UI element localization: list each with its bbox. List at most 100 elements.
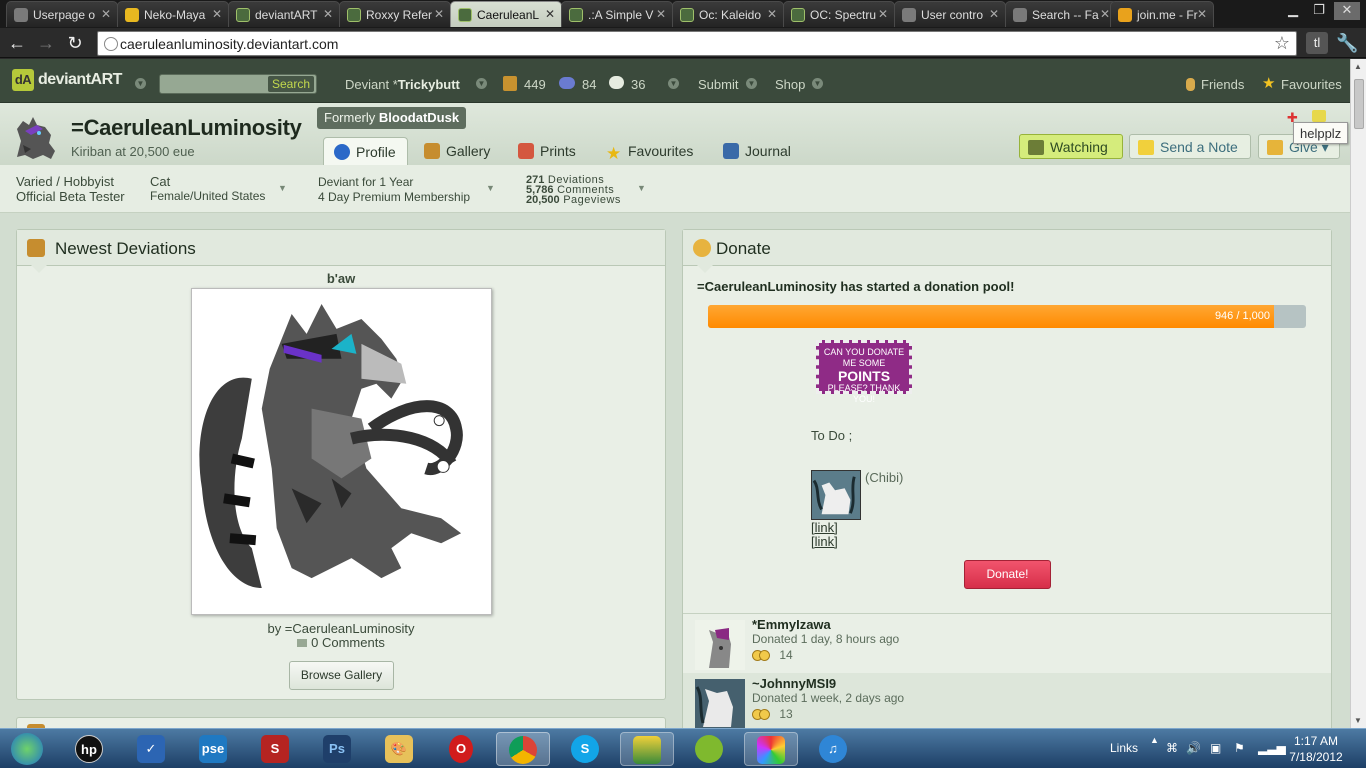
minimize-icon[interactable]: ▁ bbox=[1280, 2, 1306, 20]
address-bar[interactable]: caeruleanluminosity.deviantart.com ☆ bbox=[97, 31, 1297, 56]
taskbar-app[interactable] bbox=[620, 732, 674, 766]
taskbar-app-active[interactable] bbox=[496, 732, 550, 766]
close-tab-icon[interactable]: ✕ bbox=[1197, 7, 1207, 21]
deviation-title[interactable]: b'aw bbox=[17, 271, 665, 286]
taskbar-app[interactable]: Ps bbox=[310, 732, 364, 766]
donor-name[interactable]: *EmmyIzawa bbox=[752, 617, 831, 632]
taskbar-app[interactable]: S bbox=[248, 732, 302, 766]
close-tab-icon[interactable]: ✕ bbox=[545, 7, 555, 21]
submit-link[interactable]: Submit bbox=[698, 77, 738, 92]
watch-count[interactable]: 84 bbox=[582, 77, 596, 92]
donor-avatar[interactable] bbox=[695, 679, 745, 728]
notes-icon[interactable] bbox=[609, 76, 624, 89]
taskbar-app[interactable] bbox=[744, 732, 798, 766]
action-center-icon[interactable]: ⚑ bbox=[1234, 741, 1245, 755]
search-input[interactable]: Search bbox=[159, 74, 317, 94]
network-tray-icon[interactable]: ⌘ bbox=[1166, 741, 1178, 755]
tab-profile[interactable]: Profile bbox=[323, 137, 408, 165]
close-tab-icon[interactable]: ✕ bbox=[212, 7, 222, 21]
chevron-down-icon[interactable]: ▼ bbox=[486, 183, 495, 193]
browser-tab[interactable]: deviantART ✕ bbox=[228, 1, 340, 27]
signal-icon[interactable]: ▂▃▅ bbox=[1258, 741, 1286, 755]
chevron-down-icon[interactable]: ▼ bbox=[476, 78, 487, 89]
favourites-link[interactable]: Favourites bbox=[1281, 77, 1342, 92]
start-button[interactable] bbox=[4, 732, 50, 766]
extension-icon[interactable]: tl bbox=[1306, 32, 1328, 54]
links-toolbar[interactable]: Links bbox=[1110, 741, 1138, 755]
send-note-button[interactable]: Send a Note bbox=[1129, 134, 1251, 159]
chevron-down-icon[interactable]: ▼ bbox=[668, 78, 679, 89]
taskbar-app[interactable]: 🎨 bbox=[372, 732, 426, 766]
close-tab-icon[interactable]: ✕ bbox=[101, 7, 111, 21]
browser-tab[interactable]: Userpage o ✕ bbox=[6, 1, 118, 27]
taskbar-app[interactable]: S bbox=[558, 732, 612, 766]
tab-gallery[interactable]: Gallery bbox=[424, 137, 490, 165]
notes-count[interactable]: 36 bbox=[631, 77, 645, 92]
taskbar-app[interactable] bbox=[682, 732, 736, 766]
donor-avatar[interactable] bbox=[695, 620, 745, 670]
browser-tab[interactable]: join.me - Fr ✕ bbox=[1110, 1, 1214, 27]
taskbar-app[interactable]: ✓ bbox=[124, 732, 178, 766]
taskbar-app[interactable]: pse bbox=[186, 732, 240, 766]
close-tab-icon[interactable]: ✕ bbox=[656, 7, 666, 21]
user-menu[interactable]: Deviant *Trickybutt bbox=[345, 77, 460, 92]
scroll-down-icon[interactable]: ▼ bbox=[1354, 716, 1362, 725]
wrench-icon[interactable]: 🔧 bbox=[1336, 32, 1358, 54]
message-count[interactable]: 449 bbox=[524, 77, 546, 92]
close-tab-icon[interactable]: ✕ bbox=[1100, 7, 1110, 21]
comment-count[interactable]: 0 Comments bbox=[17, 635, 665, 650]
taskbar-app[interactable]: O bbox=[434, 732, 488, 766]
browser-tab-active[interactable]: CaeruleanL ✕ bbox=[450, 1, 562, 27]
browser-tab[interactable]: User contro ✕ bbox=[894, 1, 1006, 27]
volume-icon[interactable]: 🔊 bbox=[1186, 741, 1201, 755]
browse-gallery-button[interactable]: Browse Gallery bbox=[289, 661, 394, 690]
browser-tab[interactable]: OC: Spectru ✕ bbox=[783, 1, 895, 27]
close-window-icon[interactable]: ✕ bbox=[1334, 2, 1360, 20]
scroll-up-icon[interactable]: ▲ bbox=[1354, 62, 1362, 71]
tray-expand-icon[interactable]: ▲ bbox=[1150, 735, 1159, 745]
chevron-down-icon[interactable]: ▼ bbox=[812, 78, 823, 89]
close-tab-icon[interactable]: ✕ bbox=[878, 7, 888, 21]
deviantart-logo[interactable]: dA deviantART bbox=[12, 69, 122, 91]
deviation-thumbnail[interactable] bbox=[191, 288, 492, 615]
close-tab-icon[interactable]: ✕ bbox=[434, 7, 444, 21]
restore-icon[interactable]: ❐ bbox=[1306, 2, 1332, 20]
avatar[interactable] bbox=[11, 111, 61, 161]
tab-favourites[interactable]: ★ Favourites bbox=[606, 137, 693, 165]
browser-tab[interactable]: Search -- Fa ✕ bbox=[1005, 1, 1117, 27]
taskbar-app[interactable]: ♫ bbox=[806, 732, 860, 766]
watch-icon[interactable] bbox=[559, 77, 575, 89]
close-tab-icon[interactable]: ✕ bbox=[989, 7, 999, 21]
clock[interactable]: 1:17 AM 7/18/2012 bbox=[1286, 733, 1346, 765]
message-center-icon[interactable] bbox=[503, 76, 517, 91]
device-tray-icon[interactable]: ▣ bbox=[1210, 741, 1221, 755]
scrollbar-thumb[interactable] bbox=[1354, 79, 1364, 129]
back-icon[interactable]: ← bbox=[6, 32, 28, 54]
close-tab-icon[interactable]: ✕ bbox=[323, 7, 333, 21]
chevron-down-icon[interactable]: ▼ bbox=[746, 78, 757, 89]
close-tab-icon[interactable]: ✕ bbox=[767, 7, 777, 21]
link-2[interactable]: [link] bbox=[811, 534, 838, 549]
reload-icon[interactable]: ↻ bbox=[64, 32, 86, 54]
tab-prints[interactable]: Prints bbox=[518, 137, 576, 165]
tab-journal[interactable]: Journal bbox=[723, 137, 791, 165]
browser-tab[interactable]: Oc: Kaleido ✕ bbox=[672, 1, 784, 27]
taskbar-app[interactable]: hp bbox=[62, 732, 116, 766]
friends-link[interactable]: Friends bbox=[1201, 77, 1244, 92]
search-button[interactable]: Search bbox=[268, 76, 314, 92]
chevron-down-icon[interactable]: ▼ bbox=[135, 78, 146, 89]
deviation-author[interactable]: by =CaeruleanLuminosity bbox=[17, 621, 665, 636]
link-1[interactable]: [link] bbox=[811, 520, 838, 535]
browser-tab[interactable]: Neko-Maya ✕ bbox=[117, 1, 229, 27]
chevron-down-icon[interactable]: ▼ bbox=[278, 183, 287, 193]
chevron-down-icon[interactable]: ▼ bbox=[637, 183, 646, 193]
bookmark-star-icon[interactable]: ☆ bbox=[1274, 33, 1290, 54]
browser-tab[interactable]: .:A Simple V ✕ bbox=[561, 1, 673, 27]
page-scrollbar[interactable]: ▲ ▼ bbox=[1350, 59, 1366, 728]
browser-tab[interactable]: Roxxy Refer ✕ bbox=[339, 1, 451, 27]
watching-button[interactable]: Watching bbox=[1019, 134, 1123, 159]
forward-icon[interactable]: → bbox=[35, 32, 57, 54]
shop-link[interactable]: Shop bbox=[775, 77, 805, 92]
chibi-thumbnail[interactable] bbox=[811, 470, 861, 520]
donor-name[interactable]: ~JohnnyMSI9 bbox=[752, 676, 836, 691]
